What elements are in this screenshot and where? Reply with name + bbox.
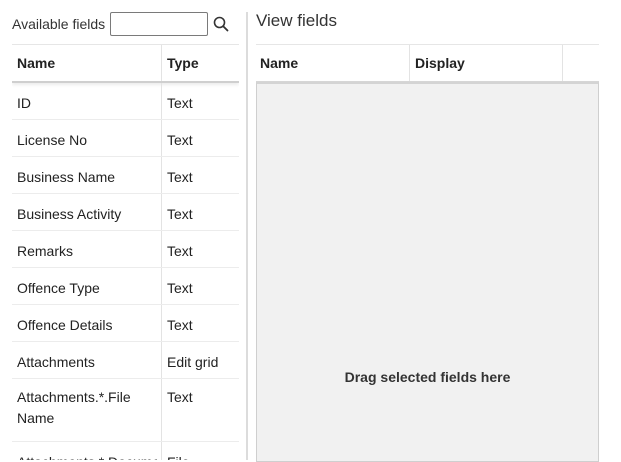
column-header-type[interactable]: Type [167,45,199,81]
field-type: Text [167,169,193,185]
available-fields-panel: Available fields Name Type ID Text License… [0,0,241,460]
field-name: Attachments.*.File Name [17,389,131,426]
available-fields-table: Name Type ID Text License No Text Business N… [12,44,239,460]
panel-splitter[interactable] [246,12,248,460]
column-divider [161,305,162,341]
column-divider [161,83,162,119]
column-divider [161,231,162,267]
available-fields-header: Name Type [12,44,239,83]
table-row[interactable]: Offence Details Text [12,305,239,342]
column-divider [161,120,162,156]
view-fields-panel: View fields Name Display Drag selected f… [256,0,599,462]
column-divider [161,157,162,193]
available-fields-label: Available fields [12,16,106,32]
table-row[interactable]: Attachments.*.Document File [12,442,239,460]
field-name: Offence Details [17,317,113,333]
field-name: ID [17,95,31,111]
column-divider [161,268,162,304]
column-divider [161,45,162,81]
view-fields-header: Name Display [256,44,599,82]
view-fields-title: View fields [256,11,337,30]
field-type: Text [167,95,193,111]
available-fields-body: ID Text License No Text Business Name Text Bus… [12,83,239,460]
table-row[interactable]: Offence Type Text [12,268,239,305]
field-type: Text [167,243,193,259]
field-type: Text [167,132,193,148]
field-name: Business Activity [17,206,122,222]
column-divider [161,442,162,460]
field-name: Business Name [17,169,116,185]
field-type: Edit grid [167,354,219,370]
view-fields-dropzone[interactable]: Drag selected fields here [256,82,599,462]
field-type: Text [167,317,193,333]
available-fields-search-row: Available fields [12,11,230,37]
column-divider [161,194,162,230]
table-row[interactable]: Business Name Text [12,157,239,194]
field-type: File [167,452,237,460]
available-fields-search-input[interactable] [110,12,209,36]
table-row[interactable]: Remarks Text [12,231,239,268]
column-header-display[interactable]: Display [415,45,465,81]
column-divider [161,379,162,441]
field-type: Text [167,389,193,405]
table-row[interactable]: Business Activity Text [12,194,239,231]
table-row[interactable]: Attachments Edit grid [12,342,239,379]
column-divider [409,45,410,81]
column-header-name[interactable]: Name [17,45,55,81]
field-name: Offence Type [17,280,100,296]
column-divider [161,342,162,378]
drop-hint: Drag selected fields here [344,369,511,385]
table-row[interactable]: ID Text [12,83,239,120]
field-name: Attachments [17,354,95,370]
search-icon[interactable] [212,15,230,33]
table-row[interactable]: License No Text [12,120,239,157]
column-divider [562,45,563,81]
field-name: License No [17,132,88,148]
field-name: Remarks [17,243,74,259]
column-header-name[interactable]: Name [260,45,298,81]
table-row[interactable]: Attachments.*.File Name Text [12,379,239,442]
field-type: Text [167,206,193,222]
field-type: Text [167,280,193,296]
view-fields-table: Name Display Drag selected fields here [256,44,599,462]
field-name: Attachments.*.Document [17,452,157,460]
